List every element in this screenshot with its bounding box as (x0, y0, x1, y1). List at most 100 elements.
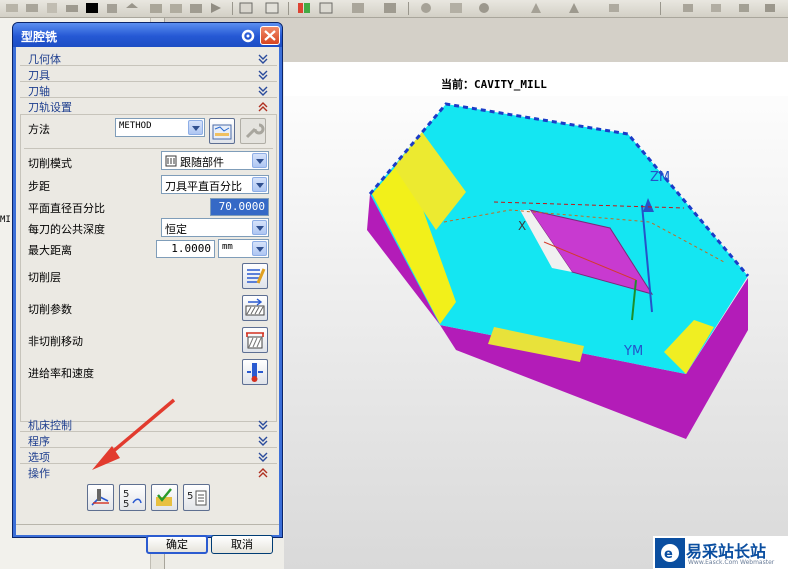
cut-levels-label: 切削层 (28, 271, 61, 284)
toolbar-button[interactable] (708, 1, 724, 15)
toolbar-button[interactable] (566, 1, 582, 15)
toolbar-button[interactable] (762, 1, 778, 15)
stepover-select[interactable]: 刀具平直百分比 (161, 175, 269, 194)
section-geometry[interactable]: 几何体 (20, 50, 277, 66)
toolbar-button[interactable] (124, 1, 140, 15)
generate-icon (91, 489, 109, 506)
svg-text:e: e (664, 547, 673, 562)
part-model (367, 102, 750, 439)
list-button[interactable]: 5 (183, 484, 210, 511)
section-actions[interactable]: 操作 (20, 464, 277, 480)
section-machine-control-label: 机床控制 (28, 419, 72, 432)
svg-text:5: 5 (123, 499, 129, 510)
watermark-subtext: Www.Easck.Com Webmaster (688, 559, 775, 566)
chevron-down-icon (258, 436, 268, 446)
chevron-down-icon (252, 177, 267, 192)
section-path-settings-label: 刀轨设置 (28, 101, 72, 114)
chevron-down-icon (258, 420, 268, 430)
flat-diameter-input[interactable]: 70.0000 (210, 198, 269, 216)
depth-per-cut-select[interactable]: 恒定 (161, 218, 269, 237)
toolbar-button[interactable] (382, 1, 398, 15)
toolbar-button[interactable] (44, 1, 60, 15)
wrench-button[interactable] (240, 118, 266, 144)
toolbar-button[interactable] (318, 1, 334, 15)
verify-button[interactable] (151, 484, 178, 511)
gear-icon[interactable] (240, 28, 256, 44)
chevron-down-icon (252, 153, 267, 168)
feeds-speeds-icon (247, 363, 263, 382)
divider (16, 524, 279, 525)
section-geometry-label: 几何体 (28, 53, 61, 66)
toolbar-button[interactable] (208, 1, 224, 15)
toolbar-button[interactable] (104, 1, 120, 15)
stepover-label: 步距 (28, 180, 50, 193)
generate-button[interactable] (87, 484, 114, 511)
toolbar-button[interactable] (296, 1, 312, 15)
toolbar-button[interactable] (84, 1, 100, 15)
non-cutting-button[interactable] (242, 327, 268, 353)
cut-levels-button[interactable] (242, 263, 268, 289)
close-button[interactable] (260, 26, 280, 45)
non-cutting-label: 非切削移动 (28, 335, 83, 348)
edit-method-button[interactable] (209, 118, 235, 144)
toolbar-button[interactable] (188, 1, 204, 15)
chevron-up-icon (258, 468, 268, 478)
svg-text:5: 5 (187, 491, 193, 502)
unit-select[interactable]: mm (218, 239, 269, 258)
section-path-settings[interactable]: 刀轨设置 (20, 98, 277, 114)
toolbar-button[interactable] (476, 1, 492, 15)
cut-params-button[interactable] (242, 295, 268, 321)
section-options[interactable]: 选项 (20, 448, 277, 464)
replay-button[interactable]: 55 (119, 484, 146, 511)
chevron-up-icon (258, 102, 268, 112)
chevron-down-icon (252, 241, 267, 256)
watermark-logo-icon: e (655, 538, 685, 568)
cut-levels-icon (247, 268, 266, 284)
toolbar-button[interactable] (64, 1, 80, 15)
replay-icon: 55 (123, 489, 142, 510)
section-program-label: 程序 (28, 435, 50, 448)
max-distance-input[interactable]: 1.0000 (156, 240, 215, 258)
section-tool[interactable]: 刀具 (20, 66, 277, 82)
chevron-down-icon (258, 86, 268, 96)
toolbar-button[interactable] (264, 1, 280, 15)
toolbar-button[interactable] (418, 1, 434, 15)
current-operation-label: 当前：CAVITY_MILL (441, 78, 547, 91)
toolbar-button[interactable] (350, 1, 366, 15)
feeds-speeds-button[interactable] (242, 359, 268, 385)
chevron-down-icon (258, 54, 268, 64)
cavity-mill-dialog: 型腔铣 几何体 刀具 刀轴 刀轨设置 方法 METHOD 切削模式 跟随部件 步… (12, 22, 283, 554)
section-options-label: 选项 (28, 451, 50, 464)
section-tool-axis[interactable]: 刀轴 (20, 82, 277, 98)
toolbar-button[interactable] (4, 1, 20, 15)
list-icon: 5 (187, 490, 207, 506)
main-toolbar (0, 0, 788, 18)
axis-ym-label: YM (624, 344, 644, 359)
section-program[interactable]: 程序 (20, 432, 277, 448)
chevron-down-icon (258, 452, 268, 462)
toolbar-button[interactable] (736, 1, 752, 15)
toolbar-button[interactable] (24, 1, 40, 15)
toolbar-button[interactable] (238, 1, 254, 15)
toolbar-button[interactable] (606, 1, 622, 15)
section-machine-control[interactable]: 机床控制 (20, 416, 277, 432)
ok-button[interactable]: 确定 (146, 535, 208, 554)
toolbar-button[interactable] (680, 1, 696, 15)
divider (24, 148, 273, 149)
toolbar-button[interactable] (528, 1, 544, 15)
cancel-button[interactable]: 取消 (211, 535, 273, 554)
toolbar-button[interactable] (148, 1, 164, 15)
max-distance-label: 最大距离 (28, 244, 72, 257)
method-select[interactable]: METHOD (115, 118, 205, 137)
chevron-down-icon (258, 70, 268, 80)
dialog-titlebar[interactable]: 型腔铣 (13, 23, 282, 47)
toolbar-button[interactable] (448, 1, 464, 15)
chevron-down-icon (252, 220, 267, 235)
toolbar-button[interactable] (168, 1, 184, 15)
depth-per-cut-label: 每刀的公共深度 (28, 223, 105, 236)
graphics-viewport[interactable]: ZM YM X (284, 62, 788, 569)
cut-pattern-select[interactable]: 跟随部件 (161, 151, 269, 170)
method-edit-icon (212, 124, 232, 140)
dialog-body: 几何体 刀具 刀轴 刀轨设置 方法 METHOD 切削模式 跟随部件 步距 刀具… (16, 47, 279, 554)
close-icon (264, 30, 276, 41)
